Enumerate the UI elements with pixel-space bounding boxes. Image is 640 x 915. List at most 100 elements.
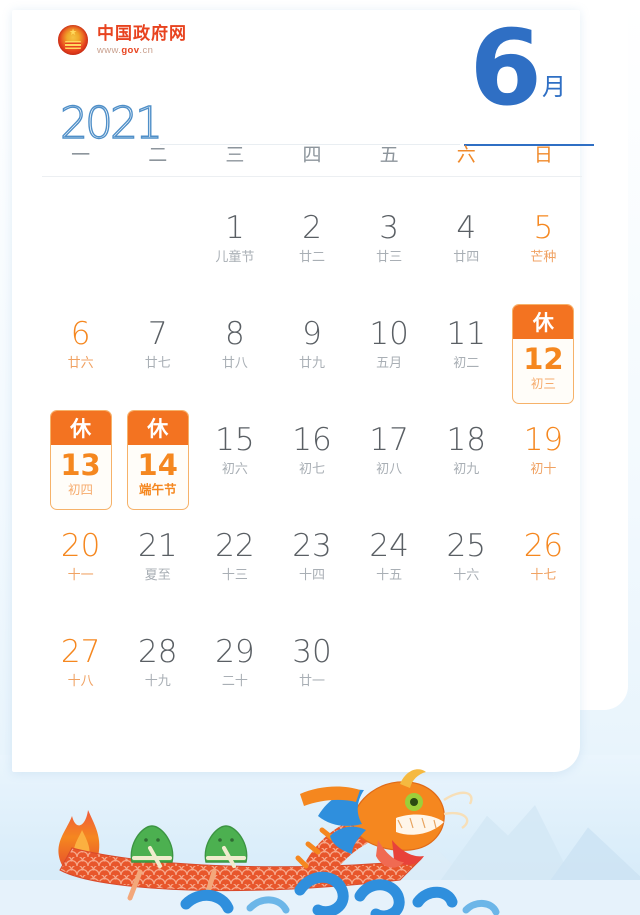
day-cell-1[interactable]: 1 儿童节 — [196, 196, 273, 302]
lunar-label: 廿四 — [453, 249, 480, 264]
day-number: 26 — [523, 528, 564, 564]
brand-url-suffix: .cn — [139, 45, 154, 56]
month-number: 6 — [469, 7, 542, 129]
lunar-label: 廿三 — [376, 249, 403, 264]
lunar-label: 初九 — [453, 461, 480, 476]
weekday-header-row: 一二三四五六日 — [42, 140, 582, 177]
calendar-header: 中国政府网 www.gov.cn 2021 6 月 — [12, 10, 628, 160]
day-cell-24[interactable]: 24 十五 — [351, 514, 428, 620]
day-cell-29[interactable]: 29 二十 — [196, 620, 273, 726]
lunar-label: 廿一 — [298, 673, 325, 688]
day-cell-11[interactable]: 11 初二 — [428, 302, 505, 408]
lunar-label: 芒种 — [530, 249, 557, 264]
day-cell-13[interactable]: 休 13 初四 — [42, 408, 119, 514]
day-number: 30 — [292, 634, 332, 670]
lunar-label: 十六 — [453, 567, 480, 582]
day-cell-30[interactable]: 30 廿一 — [273, 620, 350, 726]
site-brand[interactable]: 中国政府网 www.gov.cn — [58, 25, 187, 56]
day-cell-23[interactable]: 23 十四 — [273, 514, 350, 620]
lunar-label: 五月 — [376, 355, 403, 370]
weekday-label-4: 五 — [379, 145, 399, 166]
lunar-label: 初三 — [530, 377, 556, 391]
day-cell-9[interactable]: 9 廿九 — [273, 302, 350, 408]
day-cell-5[interactable]: 5 芒种 — [505, 196, 582, 302]
day-number: 8 — [224, 316, 245, 352]
day-cell-17[interactable]: 17 初八 — [351, 408, 428, 514]
day-cell-8[interactable]: 8 廿八 — [196, 302, 273, 408]
day-cell-15[interactable]: 15 初六 — [196, 408, 273, 514]
rest-day-badge[interactable]: 休 12 初三 — [512, 304, 575, 404]
day-grid: 1 儿童节 2 廿二 3 廿三 4 廿四 5 芒种 6 廿六 7 廿七 8 廿八 9 廿九 10 五月 11 初二休 12 初… — [42, 196, 582, 832]
day-number: 4 — [456, 210, 477, 246]
lunar-label: 十一 — [67, 567, 94, 582]
lunar-label: 初二 — [453, 355, 480, 370]
lunar-label: 廿六 — [67, 355, 94, 370]
brand-title: 中国政府网 — [97, 24, 187, 43]
rest-badge-label: 休 — [50, 411, 111, 445]
day-number: 27 — [60, 634, 101, 670]
day-cell-25[interactable]: 25 十六 — [428, 514, 505, 620]
day-number: 16 — [292, 422, 332, 458]
lunar-label: 初十 — [530, 461, 557, 476]
day-cell-18[interactable]: 18 初九 — [428, 408, 505, 514]
day-number: 18 — [446, 422, 486, 458]
weekday-label-3: 四 — [302, 145, 322, 166]
day-cell-19[interactable]: 19 初十 — [505, 408, 582, 514]
day-cell-2[interactable]: 2 廿二 — [273, 196, 350, 302]
day-number: 2 — [302, 210, 322, 246]
day-cell-14[interactable]: 休 14 端午节 — [119, 408, 196, 514]
brand-url-mid: gov — [121, 45, 140, 56]
lunar-label: 十九 — [144, 673, 171, 688]
day-number: 6 — [70, 316, 91, 352]
day-cell-6[interactable]: 6 廿六 — [42, 302, 119, 408]
dragon-boat-illustration — [0, 769, 640, 915]
day-number: 9 — [302, 316, 322, 352]
day-cell-22[interactable]: 22 十三 — [196, 514, 273, 620]
day-cell-7[interactable]: 7 廿七 — [119, 302, 196, 408]
day-cell-empty — [119, 196, 196, 302]
day-number: 13 — [60, 448, 101, 482]
lunar-label: 二十 — [221, 673, 248, 688]
day-cell-empty — [351, 620, 428, 726]
day-number: 15 — [215, 422, 255, 458]
calendar-page: 中国政府网 www.gov.cn 2021 6 月 一二三四五六日 1儿童节2廿… — [0, 0, 640, 915]
day-number: 7 — [147, 316, 168, 352]
month-display: 6 月 — [469, 7, 566, 129]
day-cell-empty — [42, 196, 119, 302]
day-cell-empty — [505, 620, 582, 726]
day-cell-4[interactable]: 4 廿四 — [428, 196, 505, 302]
day-cell-26[interactable]: 26 十七 — [505, 514, 582, 620]
day-cell-28[interactable]: 28 十九 — [119, 620, 196, 726]
day-cell-10[interactable]: 10 五月 — [351, 302, 428, 408]
national-emblem-icon — [58, 25, 88, 56]
brand-text: 中国政府网 www.gov.cn — [97, 25, 187, 56]
day-cell-12[interactable]: 休 12 初三 — [505, 302, 582, 408]
lunar-label: 廿七 — [144, 355, 171, 370]
day-number: 14 — [137, 448, 178, 482]
day-cell-16[interactable]: 16 初七 — [273, 408, 350, 514]
day-cell-20[interactable]: 20 十一 — [42, 514, 119, 620]
day-number: 24 — [369, 528, 409, 564]
lunar-label: 廿九 — [298, 355, 325, 370]
day-cell-3[interactable]: 3 廿三 — [351, 196, 428, 302]
day-number: 22 — [215, 528, 255, 564]
day-cell-27[interactable]: 27 十八 — [42, 620, 119, 726]
lunar-label: 初七 — [298, 461, 325, 476]
day-number: 17 — [369, 422, 409, 458]
lunar-label: 儿童节 — [215, 249, 255, 264]
lunar-label: 十四 — [298, 567, 325, 582]
weekday-label-2: 三 — [225, 145, 245, 166]
lunar-label: 夏至 — [144, 567, 171, 582]
rest-day-badge[interactable]: 休 14 端午节 — [126, 410, 189, 510]
day-number: 23 — [292, 528, 332, 564]
rest-badge-label: 休 — [127, 411, 188, 445]
day-cell-21[interactable]: 21 夏至 — [119, 514, 196, 620]
day-number: 10 — [369, 316, 409, 352]
rest-day-badge[interactable]: 休 13 初四 — [49, 410, 112, 510]
brand-url-prefix: www. — [97, 45, 122, 56]
day-number: 20 — [60, 528, 101, 564]
lunar-label: 初四 — [68, 483, 94, 497]
day-number: 12 — [523, 342, 564, 376]
lunar-label: 十八 — [67, 673, 94, 688]
day-number: 19 — [523, 422, 564, 458]
